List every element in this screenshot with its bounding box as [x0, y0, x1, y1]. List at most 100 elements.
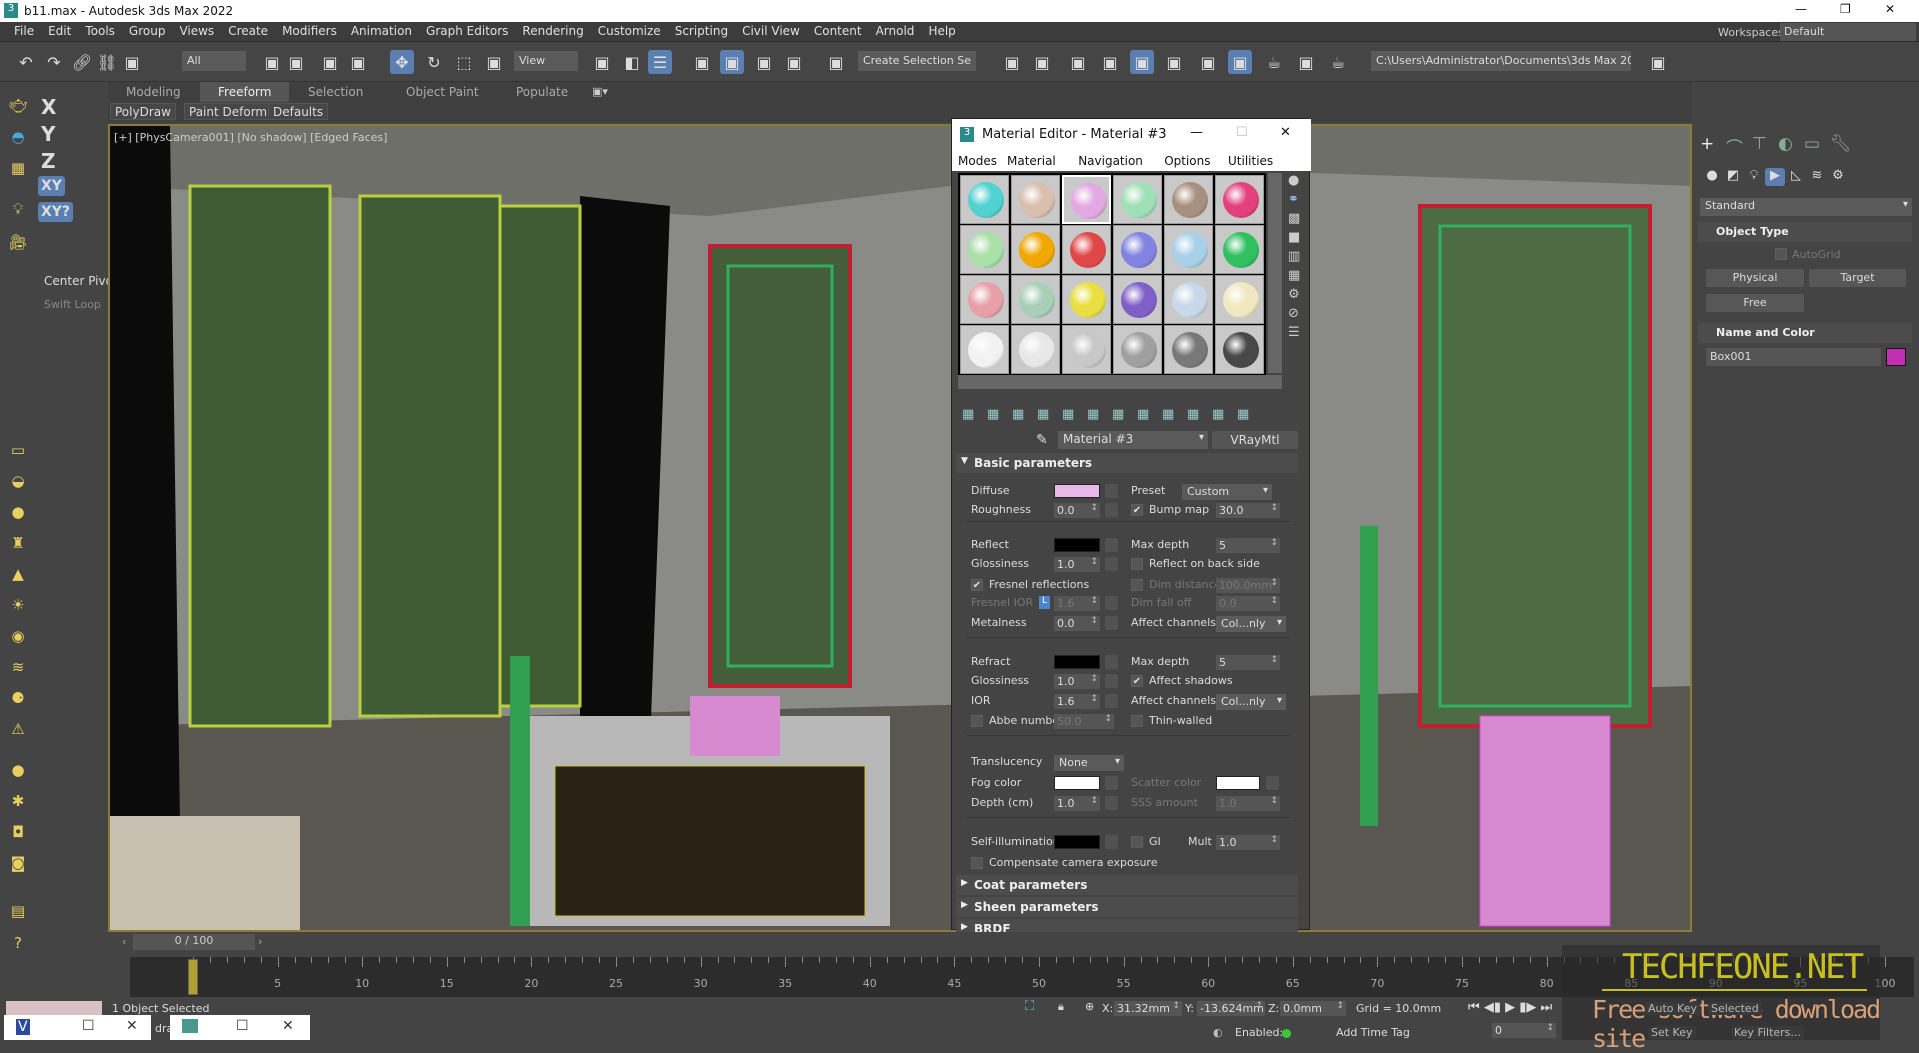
angle-snap-icon[interactable]: ▣: [720, 50, 744, 74]
material-slot[interactable]: [1113, 275, 1162, 324]
utilities-icon[interactable]: 🔧︎: [1830, 134, 1852, 154]
x-coordinate[interactable]: 31.32mm: [1114, 1001, 1182, 1016]
lights-icon[interactable]: 💡︎: [1744, 168, 1764, 186]
metalness-map-button[interactable]: [1105, 616, 1118, 630]
menu-help[interactable]: Help: [928, 22, 955, 40]
layer-explorer-icon[interactable]: ▣: [1098, 50, 1122, 74]
material-slot[interactable]: [960, 275, 1009, 324]
menu-group[interactable]: Group: [129, 22, 166, 40]
restore-icon[interactable]: ☐: [82, 1018, 95, 1034]
enabled-indicator[interactable]: [1282, 1029, 1291, 1038]
swift-loop-button[interactable]: Swift Loop: [44, 298, 101, 311]
axis-constraint-z[interactable]: Z: [38, 147, 59, 175]
get-material-icon[interactable]: ▦: [962, 407, 974, 422]
roughness-spinner[interactable]: 0.0: [1054, 503, 1100, 518]
reference-coord-dropdown[interactable]: View: [514, 51, 578, 71]
wave-icon[interactable]: ≋: [6, 656, 30, 678]
material-slot[interactable]: [1215, 275, 1264, 324]
material-slot[interactable]: [1062, 275, 1111, 324]
y-coordinate[interactable]: -13.624mm: [1197, 1001, 1265, 1016]
refract-color-swatch[interactable]: [1054, 655, 1100, 669]
abbe-number-checkbox[interactable]: [971, 715, 983, 727]
sample-hscrollbar[interactable]: [958, 375, 1282, 389]
workspaces-dropdown[interactable]: Default: [1780, 23, 1916, 41]
material-slot[interactable]: [1011, 225, 1060, 274]
put-to-scene-icon[interactable]: ▦: [987, 407, 999, 422]
fog-color-map-button[interactable]: [1105, 776, 1118, 790]
percent-snap-icon[interactable]: ▣: [752, 50, 776, 74]
select-by-material-icon[interactable]: ⊘: [1288, 306, 1299, 321]
go-forward-icon[interactable]: ▦: [1237, 407, 1249, 422]
material-slot[interactable]: [1113, 175, 1162, 224]
options-icon[interactable]: ⚙: [1288, 287, 1300, 302]
render-icon[interactable]: ☕︎: [1326, 50, 1350, 74]
material-slot[interactable]: [1011, 175, 1060, 224]
select-by-name-icon[interactable]: ▣: [284, 50, 308, 74]
menu-scripting[interactable]: Scripting: [675, 22, 728, 40]
ribbon-tab-object-paint[interactable]: Object Paint: [388, 82, 497, 102]
render-setup-icon[interactable]: ◙: [6, 852, 30, 874]
scale-icon[interactable]: ⬚: [452, 50, 476, 74]
max-depth-spinner[interactable]: 5: [1216, 538, 1280, 553]
select-object-icon[interactable]: ▣: [260, 50, 284, 74]
minimize-button[interactable]: —: [1190, 125, 1203, 140]
named-selection-dropdown[interactable]: Create Selection Se: [858, 51, 976, 71]
me-menu-navigation[interactable]: Navigation: [1078, 154, 1143, 168]
ior-map-button[interactable]: [1105, 694, 1118, 708]
unlink-icon[interactable]: ⛓: [95, 50, 119, 74]
viewport-camera[interactable]: [+] [PhysCamera001] [No shadow] [Edged F…: [108, 124, 1692, 932]
pivot-icon[interactable]: ▣: [590, 50, 614, 74]
isolate-icon[interactable]: ⛶: [1025, 999, 1034, 1014]
edit-named-selection-icon[interactable]: ▣: [824, 50, 848, 74]
spacewarps-icon[interactable]: ≋: [1807, 168, 1827, 186]
thin-walled-checkbox[interactable]: [1131, 715, 1143, 727]
material-id-icon[interactable]: ▦: [1137, 407, 1149, 422]
material-slot[interactable]: [1113, 325, 1162, 374]
rollout-name-and-color[interactable]: Name and Color: [1698, 323, 1912, 343]
material-slot[interactable]: [1113, 225, 1162, 274]
menu-edit[interactable]: Edit: [48, 22, 71, 40]
hierarchy-icon[interactable]: ⊤: [1752, 134, 1767, 154]
free-camera-button[interactable]: Free: [1706, 294, 1804, 312]
self-illumination-map-button[interactable]: [1105, 835, 1118, 849]
compensate-camera-exposure-checkbox[interactable]: [971, 857, 983, 869]
material-slot[interactable]: [1164, 325, 1213, 374]
systems-icon[interactable]: ⚙: [1828, 168, 1848, 186]
motion-icon[interactable]: ◐: [1778, 134, 1793, 154]
close-button[interactable]: ✕: [1280, 125, 1291, 140]
show-end-result-icon[interactable]: ▦: [1187, 407, 1199, 422]
prev-frame-button[interactable]: ‹: [122, 935, 132, 948]
rollout-sheen-parameters[interactable]: ▶ Sheen parameters: [956, 897, 1298, 917]
playback-controls[interactable]: ⏮ ◀▮ ▶ ▮▶ ⏭: [1468, 1000, 1552, 1015]
helpers-icon[interactable]: ◺: [1786, 168, 1806, 186]
close-icon[interactable]: ✕: [282, 1018, 294, 1034]
axis-constraint-xy[interactable]: XY: [38, 176, 65, 196]
ior-spinner[interactable]: 1.6: [1054, 694, 1100, 709]
affect-channels-dropdown[interactable]: Col...nly: [1216, 694, 1286, 710]
material-name-dropdown[interactable]: Material #3: [1058, 431, 1208, 449]
gi-checkbox[interactable]: [1131, 836, 1143, 848]
viewport-label[interactable]: [+] [PhysCamera001] [No shadow] [Edged F…: [114, 131, 387, 144]
maximize-button[interactable]: ☐: [1236, 125, 1248, 140]
scene-explorer-icon[interactable]: ▣: [1066, 50, 1090, 74]
delete-icon[interactable]: ▦: [1037, 407, 1049, 422]
align-icon[interactable]: ☰: [648, 50, 672, 74]
ribbon-tab-selection[interactable]: Selection: [290, 82, 381, 102]
translucency-dropdown[interactable]: None: [1054, 755, 1124, 771]
assign-material-icon[interactable]: ▦: [1012, 407, 1024, 422]
ribbon-sub-defaults[interactable]: Defaults: [268, 103, 329, 120]
render-setup-icon[interactable]: ☕︎: [1262, 50, 1286, 74]
object-name-input[interactable]: Box001: [1706, 348, 1881, 366]
ribbon-tab-populate[interactable]: Populate: [498, 82, 586, 102]
sphere-icon[interactable]: ●: [6, 501, 30, 523]
next-frame-button[interactable]: ›: [258, 935, 262, 948]
material-slot[interactable]: [960, 325, 1009, 374]
project-path-dropdown[interactable]: C:\Users\Administrator\Documents\3ds Max…: [1371, 51, 1631, 71]
minimize-button[interactable]: —: [1795, 2, 1807, 16]
window-crossing-icon[interactable]: ▣: [346, 50, 370, 74]
ribbon-tab-freeform[interactable]: Freeform: [200, 82, 290, 102]
material-slot[interactable]: [1011, 275, 1060, 324]
dope-sheet-icon[interactable]: ▣: [1196, 50, 1220, 74]
material-slot[interactable]: [1215, 225, 1264, 274]
viewport-icon[interactable]: ◘: [6, 821, 30, 843]
